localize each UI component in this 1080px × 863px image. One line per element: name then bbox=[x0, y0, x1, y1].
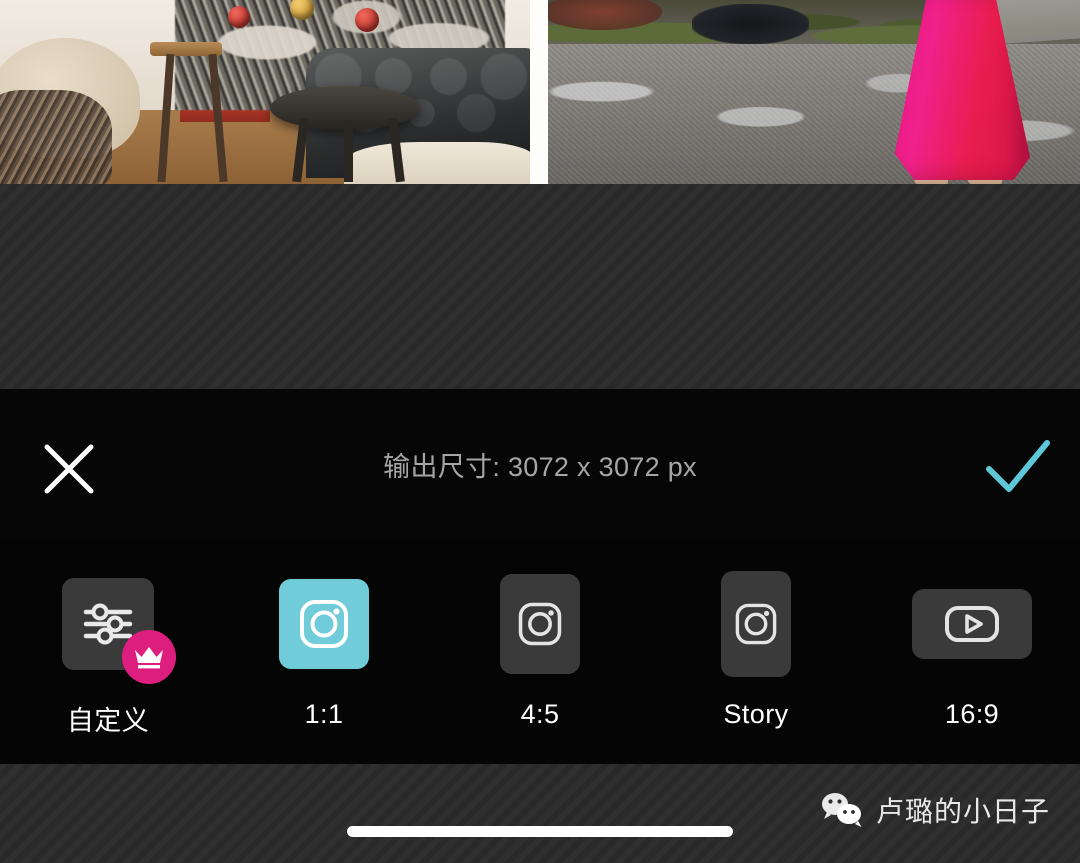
ratio-label-1-1: 1:1 bbox=[304, 699, 344, 729]
ratio-option-4-5[interactable]: 4:5 bbox=[432, 565, 648, 730]
ratio-label-custom: 自定义 bbox=[66, 706, 150, 736]
watermark-text: 卢璐的小日子 bbox=[875, 796, 1050, 827]
photo-preview-strip[interactable]: Golden dog beside a flocked Christmas tr… bbox=[0, 0, 1080, 184]
app-root: Golden dog beside a flocked Christmas tr… bbox=[0, 0, 1080, 863]
ratio-tile-wrap bbox=[912, 565, 1032, 683]
ratio-tile-wrap bbox=[721, 565, 791, 683]
ratio-label-story: Story bbox=[723, 699, 789, 729]
ratio-label-4-5: 4:5 bbox=[520, 699, 560, 729]
ratio-option-custom[interactable]: 自定义 bbox=[0, 565, 216, 738]
ratio-option-story[interactable]: Story bbox=[648, 565, 864, 730]
checkmark-icon bbox=[986, 440, 1050, 492]
ratio-tile-custom[interactable] bbox=[62, 578, 176, 684]
ratio-tile-wrap bbox=[500, 565, 580, 683]
photo-rug bbox=[344, 142, 530, 184]
premium-badge[interactable] bbox=[122, 630, 176, 684]
photo-dark-patch bbox=[691, 3, 809, 45]
instagram-icon bbox=[518, 602, 562, 646]
output-size-toolbar: × 输出尺寸: 3072 x 3072 px ✓ bbox=[0, 389, 1080, 539]
ratio-tile-wrap bbox=[62, 565, 176, 684]
photo-divider bbox=[530, 0, 548, 184]
christmas-interior-photo[interactable]: Golden dog beside a flocked Christmas tr… bbox=[0, 0, 530, 184]
pink-skirt-street-photo[interactable]: Person in a hot pink midi skirt and nude… bbox=[548, 0, 1080, 184]
aspect-ratio-bar: 自定义 1:1 4:5 Story 16:9 bbox=[0, 539, 1080, 764]
confirm-button[interactable]: ✓ bbox=[982, 435, 1054, 497]
photo-table-leg bbox=[344, 120, 353, 182]
instagram-icon bbox=[735, 603, 777, 645]
watermark: 卢璐的小日子 bbox=[820, 790, 1050, 830]
youtube-icon bbox=[945, 606, 999, 642]
bottom-bar: 卢璐的小日子 bbox=[0, 764, 1080, 863]
crown-icon bbox=[135, 647, 163, 669]
ratio-option-16-9[interactable]: 16:9 bbox=[864, 565, 1080, 730]
ratio-option-1-1[interactable]: 1:1 bbox=[216, 565, 432, 730]
ratio-tile-wrap bbox=[279, 565, 369, 683]
home-indicator-bar[interactable] bbox=[347, 826, 733, 837]
ratio-tile-16-9[interactable] bbox=[912, 589, 1032, 659]
ratio-tile-story[interactable] bbox=[721, 571, 791, 677]
ratio-tile-1-1[interactable] bbox=[279, 579, 369, 669]
ratio-label-16-9: 16:9 bbox=[944, 699, 1000, 729]
instagram-icon bbox=[300, 600, 348, 648]
photo-red-foliage bbox=[548, 0, 662, 30]
photo-ornament bbox=[355, 8, 379, 32]
wechat-icon bbox=[821, 793, 862, 827]
photo-fur-throw bbox=[0, 90, 112, 184]
aspect-ratio-list: 自定义 1:1 4:5 Story 16:9 bbox=[0, 539, 1080, 764]
canvas-backdrop bbox=[0, 184, 1080, 389]
ratio-tile-4-5[interactable] bbox=[500, 574, 580, 674]
photo-ornament bbox=[228, 6, 250, 28]
output-size-label: 输出尺寸: 3072 x 3072 px bbox=[383, 451, 697, 482]
